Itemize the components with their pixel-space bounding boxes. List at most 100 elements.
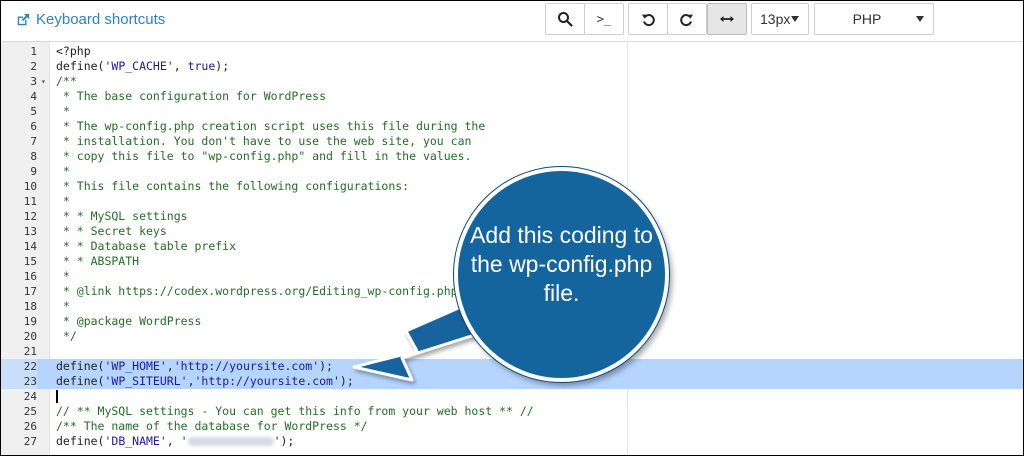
fold-toggle-icon[interactable]: ▾ xyxy=(41,74,46,89)
keyboard-shortcuts-label: Keyboard shortcuts xyxy=(36,11,166,28)
code-text: * * MySQL settings xyxy=(56,209,188,224)
line-number: 3 xyxy=(30,75,37,88)
code-line[interactable]: 1 <?php xyxy=(1,44,1023,59)
code-token: 'WP_SITEURL' xyxy=(104,374,188,388)
line-number: 21 xyxy=(23,345,37,358)
line-number: 4 xyxy=(30,90,37,103)
line-number: 10 xyxy=(23,180,37,193)
line-number: 24 xyxy=(23,390,37,403)
line-number: 20 xyxy=(23,330,37,343)
code-token: */ xyxy=(56,329,77,343)
code-text: * xyxy=(56,164,70,179)
external-link-icon xyxy=(17,13,30,25)
horizontal-arrows-icon xyxy=(720,16,734,22)
code-line[interactable]: 2 define('WP_CACHE', true); xyxy=(1,59,1023,74)
line-number: 25 xyxy=(23,405,37,418)
code-line[interactable]: 27 define('DB_NAME', ' '); xyxy=(1,434,1023,449)
code-token: , xyxy=(166,359,174,373)
code-token: * * Database table prefix xyxy=(56,239,237,253)
line-number: 18 xyxy=(23,300,37,313)
code-token: * * ABSPATH xyxy=(56,254,140,268)
line-number: 23 xyxy=(1,374,37,389)
line-number: 1 xyxy=(30,45,37,58)
code-token: * xyxy=(56,194,70,208)
code-text: */ xyxy=(56,329,77,344)
line-number: 6 xyxy=(30,120,37,133)
code-line[interactable]: 25 // ** MySQL settings - You can get thi… xyxy=(1,404,1023,419)
code-token: , ' xyxy=(166,434,188,448)
code-text: define('WP_SITEURL','http://yoursite.com… xyxy=(56,374,354,389)
line-number: 22 xyxy=(1,359,37,374)
undo-button[interactable] xyxy=(628,3,668,35)
code-line[interactable]: 9 * xyxy=(1,164,1023,179)
code-token: 'http://yoursite.com' xyxy=(194,374,340,388)
terminal-button[interactable]: >_ xyxy=(584,3,624,35)
code-line[interactable]: 5 * xyxy=(1,104,1023,119)
code-text: * xyxy=(56,104,70,119)
code-text: * xyxy=(56,269,70,284)
line-number: 5 xyxy=(30,105,37,118)
search-button[interactable] xyxy=(545,3,585,35)
language-value: PHP xyxy=(852,11,882,27)
search-icon xyxy=(558,12,573,27)
code-token: * xyxy=(56,104,70,118)
code-text: * xyxy=(56,194,70,209)
code-text: * * Secret keys xyxy=(56,224,167,239)
code-token: define( xyxy=(56,359,105,373)
code-text: <?php xyxy=(56,44,91,59)
code-token: * @package WordPress xyxy=(56,314,202,328)
code-text: * xyxy=(56,299,70,314)
code-token: ); xyxy=(339,374,354,388)
language-select[interactable]: PHP xyxy=(814,3,934,35)
code-token: define( xyxy=(56,434,105,448)
line-number: 16 xyxy=(23,270,37,283)
code-token: , xyxy=(187,374,195,388)
line-number: 15 xyxy=(23,255,37,268)
callout-text: Add this coding to the wp-config.php fil… xyxy=(470,222,653,306)
code-line[interactable]: 6 * The wp-config.php creation script us… xyxy=(1,119,1023,134)
code-line[interactable]: 24 xyxy=(1,389,1023,404)
line-number: 17 xyxy=(23,285,37,298)
redo-button[interactable] xyxy=(667,3,707,35)
code-text: * @package WordPress xyxy=(56,314,201,329)
code-token: * @link https://codex.wordpress.org/Edit… xyxy=(56,284,458,298)
code-line[interactable]: 26 /** The name of the database for WordP… xyxy=(1,419,1023,434)
code-token: 'http://yoursite.com' xyxy=(173,359,320,373)
line-number: 9 xyxy=(30,165,37,178)
word-wrap-toggle[interactable] xyxy=(707,3,747,35)
callout-bubble: Add this coding to the wp-config.php fil… xyxy=(454,167,669,382)
line-number: 14 xyxy=(23,240,37,253)
code-text: * @link https://codex.wordpress.org/Edit… xyxy=(56,284,458,299)
code-text: define('WP_CACHE', true); xyxy=(56,59,229,74)
code-line[interactable]: 23 define('WP_SITEURL','http://yoursite.c… xyxy=(1,374,1023,389)
line-number: 27 xyxy=(23,435,37,448)
code-token: * xyxy=(56,269,70,283)
code-token: 'DB_NAME' xyxy=(104,434,167,448)
code-text: * The wp-config.php creation script uses… xyxy=(56,119,485,134)
code-token: * xyxy=(56,164,70,178)
code-line[interactable]: 4 * The base configuration for WordPress xyxy=(1,89,1023,104)
code-token: true xyxy=(187,59,216,73)
font-size-select[interactable]: 13px xyxy=(751,3,809,35)
line-number: 13 xyxy=(23,225,37,238)
code-line[interactable]: 7 * installation. You don't have to use … xyxy=(1,134,1023,149)
code-token: * copy this file to "wp-config.php" and … xyxy=(56,149,472,163)
redo-icon xyxy=(680,14,693,26)
keyboard-shortcuts-link[interactable]: Keyboard shortcuts xyxy=(16,11,165,28)
code-token: 'WP_HOME' xyxy=(104,359,167,373)
code-token: * xyxy=(56,299,70,313)
code-token: * * MySQL settings xyxy=(56,209,188,223)
code-text: // ** MySQL settings - You can get this … xyxy=(56,404,534,419)
line-number: 26 xyxy=(23,420,37,433)
code-token: <?php xyxy=(56,44,91,58)
code-token: /** The name of the database for WordPre… xyxy=(56,419,368,433)
code-token: // ** MySQL settings - You can get this … xyxy=(56,404,534,418)
code-text: * * ABSPATH xyxy=(56,254,139,269)
code-line[interactable]: 3 ▾ /** xyxy=(1,74,1023,89)
code-token: ); xyxy=(319,359,333,373)
code-token: define( xyxy=(56,374,105,388)
code-text: /** xyxy=(56,74,77,89)
code-text: * installation. You don't have to use th… xyxy=(56,134,472,149)
code-line[interactable]: 8 * copy this file to "wp-config.php" an… xyxy=(1,149,1023,164)
text-cursor xyxy=(56,390,58,403)
